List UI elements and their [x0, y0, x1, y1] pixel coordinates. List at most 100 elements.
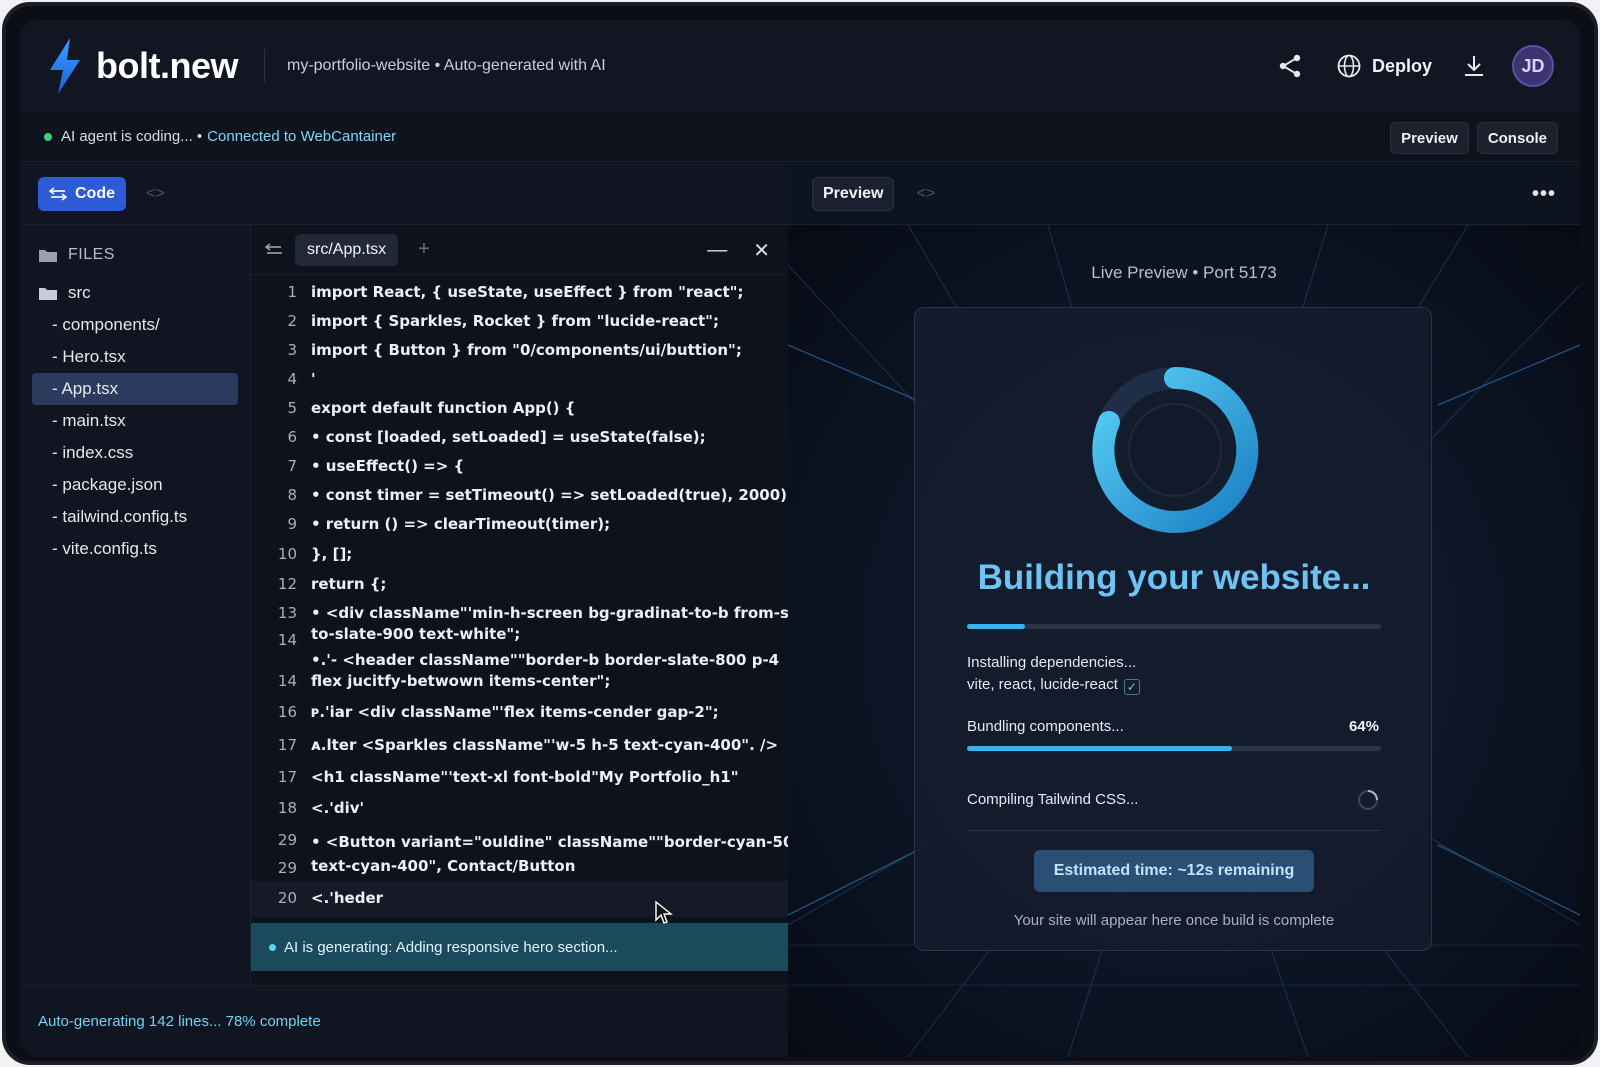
estimated-time-badge: Estimated time: ~12s remaining: [1034, 850, 1314, 892]
line-number: 2: [287, 312, 297, 330]
line-number: 16: [277, 703, 297, 721]
line-number: 6: [287, 428, 297, 446]
code-line: text-cyan-400", Contact/Button: [311, 857, 576, 875]
step-bundle-title: Bundling components...: [967, 718, 1124, 735]
code-line: import { Sparkles, Rocket } from "lucide…: [311, 312, 719, 330]
check-icon: ✓: [1123, 679, 1140, 695]
bolt-icon: [50, 38, 80, 94]
bundle-progress-fill: [967, 746, 1232, 751]
code-line: • return () => clearTimeout(timer);: [311, 515, 611, 533]
code-brackets-icon[interactable]: <>: [916, 185, 935, 203]
code-line: • useEffect() => {: [311, 457, 465, 475]
status-dot: [44, 132, 52, 141]
editor-tabbar: src/App.tsx + — ✕: [251, 225, 788, 275]
line-number: 20: [277, 889, 297, 907]
logo[interactable]: bolt.new: [46, 36, 239, 96]
line-number: 8: [287, 486, 297, 504]
line-number: 4: [287, 370, 297, 388]
header-divider: [264, 49, 265, 83]
line-number: 1: [287, 283, 297, 301]
code-line: <.'div': [311, 799, 365, 817]
file-item[interactable]: - main.tsx: [20, 405, 250, 437]
deploy-label: Deploy: [1371, 55, 1432, 76]
code-line: import { Button } from "0/components/ui/…: [311, 341, 742, 359]
download-icon[interactable]: [1458, 50, 1490, 82]
minimize-icon[interactable]: —: [707, 239, 727, 262]
file-item[interactable]: - index.css: [20, 437, 250, 469]
line-number: 14: [277, 631, 297, 649]
line-number: 7: [287, 457, 297, 475]
line-number: 17: [277, 736, 297, 754]
file-item[interactable]: - Hero.tsx: [20, 341, 250, 373]
avatar[interactable]: JD: [1512, 45, 1554, 87]
line-number: 3: [287, 341, 297, 359]
project-title: my-portfolio-website • Auto-generated wi…: [287, 57, 606, 74]
line-number: 18: [277, 799, 297, 817]
code-brackets-icon[interactable]: <>: [146, 185, 165, 203]
file-item[interactable]: - components/: [20, 309, 250, 341]
line-number: 17: [277, 768, 297, 786]
file-item[interactable]: - vite.config.ts: [20, 533, 250, 565]
folder-icon: [39, 288, 57, 300]
code-line: to-slate-900 text-white";: [311, 625, 521, 643]
code-area[interactable]: 1 import React, { useState, useEffect } f…: [251, 275, 859, 917]
logo-text: bolt.new: [96, 45, 239, 86]
deploy-button[interactable]: Deploy: [1336, 53, 1432, 79]
line-number: 12: [277, 575, 297, 593]
bundle-progress-bar: [967, 746, 1381, 751]
code-line: ': [311, 370, 316, 388]
line-number: 5: [287, 399, 297, 417]
top-header: bolt.new my-portfolio-website • Auto-gen…: [20, 20, 1580, 112]
overall-progress-bar: [967, 624, 1381, 629]
file-list: - components/- Hero.tsx - App.tsx - main.t…: [20, 309, 250, 565]
share-icon[interactable]: [1274, 50, 1306, 82]
code-editor: src/App.tsx + — ✕ 1 import React, { useSt…: [250, 225, 859, 985]
code-button-label: Code: [75, 184, 115, 202]
add-tab-icon[interactable]: +: [418, 238, 430, 261]
editor-window-controls: — ✕: [681, 225, 770, 275]
code-line: <h1 className"'text-xl font-bold"My Port…: [311, 768, 739, 786]
file-tree: FILES src - components/- Hero.tsx - App.t…: [20, 225, 250, 985]
spinner-icon: [1358, 790, 1378, 810]
app-window: bolt.new my-portfolio-website • Auto-gen…: [20, 20, 1580, 1057]
close-icon[interactable]: ✕: [753, 238, 770, 263]
file-item[interactable]: - tailwind.config.ts: [20, 501, 250, 533]
code-line: • <Button variant="ouldine" className""b…: [311, 833, 804, 851]
file-item[interactable]: - package.json: [20, 469, 250, 501]
connection-status: Connected to WebCantainer: [207, 128, 397, 145]
files-header-label: FILES: [68, 246, 115, 263]
preview-panel: Preview <> ••• Live Preview • Port 5173 …: [788, 163, 1580, 1057]
generating-dot: [269, 943, 276, 951]
live-preview-label: Live Preview • Port 5173: [1091, 263, 1277, 282]
build-footnote: Your site will appear here once build is…: [1013, 912, 1335, 929]
folder-label: src: [68, 283, 91, 302]
folder-src[interactable]: src: [20, 277, 250, 309]
agent-status: AI agent is coding... • Connected to Web…: [44, 128, 396, 145]
swap-icon[interactable]: [265, 242, 283, 257]
line-number: 14: [277, 672, 297, 690]
card-divider: [967, 830, 1381, 831]
code-line: • const timer = setTimeout() => setLoade…: [311, 486, 793, 504]
mouse-cursor-icon: [655, 900, 673, 924]
code-line: flex jucitfy-betwown items-center";: [311, 672, 611, 690]
tab-app-tsx[interactable]: src/App.tsx: [295, 233, 399, 266]
preview-toggle-button[interactable]: Preview: [1390, 122, 1469, 154]
more-options-icon[interactable]: •••: [1532, 183, 1556, 206]
build-title: Building your website...: [977, 558, 1371, 597]
agent-status-text: AI agent is coding... •: [61, 128, 203, 145]
code-line: • const [loaded, setLoaded] = useState(f…: [311, 428, 706, 446]
file-item[interactable]: - App.tsx: [32, 373, 238, 405]
line-number: 9: [287, 515, 297, 533]
loading-ring: [1092, 366, 1259, 533]
code-button[interactable]: Code: [38, 176, 126, 211]
code-line: ᴩ.'iar <div className"'flex items-cender…: [311, 703, 719, 721]
code-line: <.'heder: [311, 889, 384, 907]
code-footer: Auto-generating 142 lines... 78% complet…: [20, 985, 788, 1057]
generating-text: AI is generating: Adding responsive hero…: [284, 938, 618, 956]
step-install-title: Installing dependencies...: [967, 654, 1137, 671]
swap-icon: [49, 186, 67, 201]
status-buttons: Preview Console: [1382, 122, 1558, 154]
console-button[interactable]: Console: [1476, 122, 1558, 154]
preview-button[interactable]: Preview: [812, 176, 895, 211]
code-line: •.'- <header className""border-b border-…: [311, 651, 780, 669]
